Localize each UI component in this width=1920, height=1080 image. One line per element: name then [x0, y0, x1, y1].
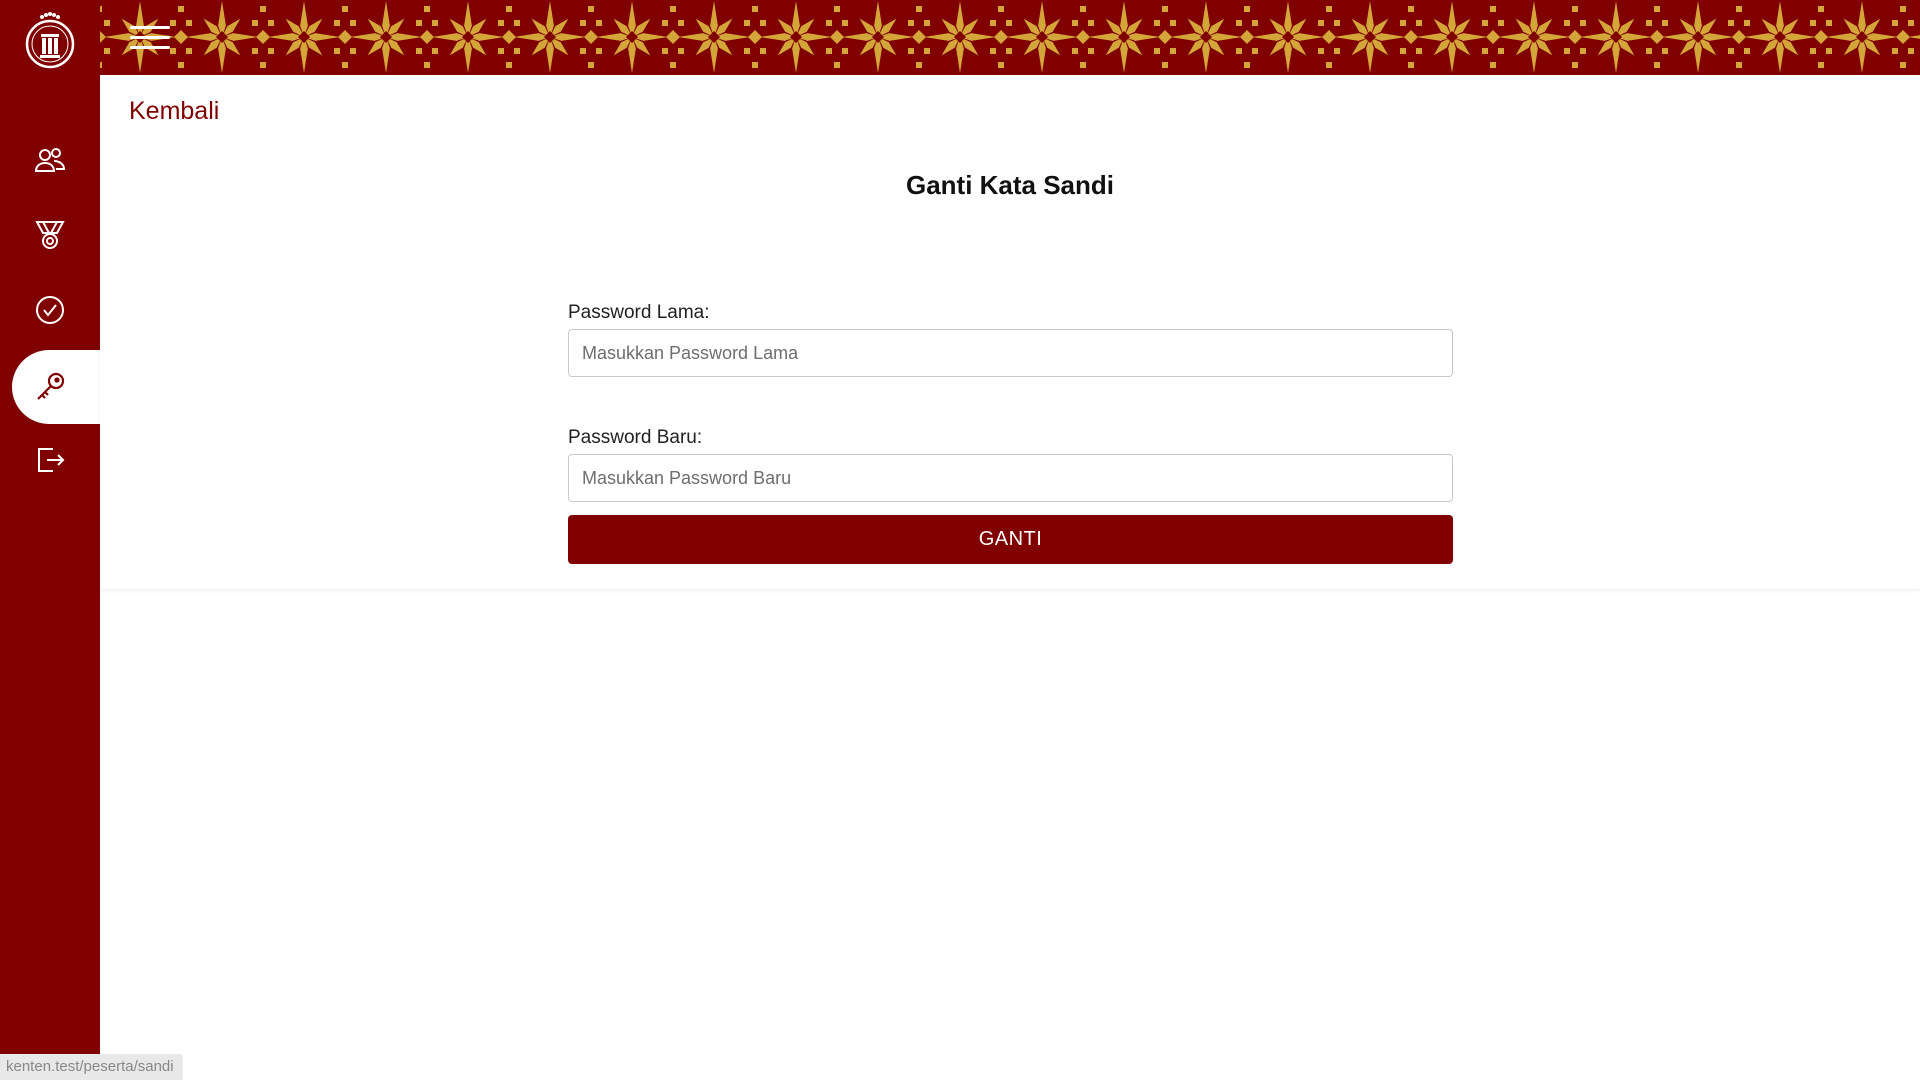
medal-icon: [35, 221, 65, 249]
page-title: Ganti Kata Sandi: [905, 170, 1115, 200]
hamburger-menu-button[interactable]: [130, 24, 170, 52]
sidebar-item-achievements[interactable]: [12, 198, 100, 272]
back-link[interactable]: Kembali: [129, 97, 219, 126]
sidebar-item-logout[interactable]: [12, 423, 100, 497]
key-icon: [37, 372, 65, 400]
change-password-button[interactable]: GANTI: [568, 515, 1453, 564]
check-circle-icon: [36, 296, 64, 324]
logout-icon: [38, 448, 65, 472]
new-password-label: Password Baru:: [568, 427, 703, 448]
sidebar: [0, 0, 100, 1080]
songket-pattern: [100, 1, 1920, 73]
hamburger-icon: [130, 26, 170, 29]
old-password-label: Password Lama:: [568, 302, 710, 323]
sidebar-item-tasks[interactable]: [12, 273, 100, 347]
old-password-input[interactable]: [568, 329, 1453, 377]
new-password-input[interactable]: [568, 454, 1453, 502]
sidebar-item-change-password[interactable]: [12, 350, 100, 424]
school-emblem-logo[interactable]: [24, 6, 76, 70]
status-bar-url: kenten.test/peserta/sandi: [0, 1054, 183, 1080]
header-banner: [100, 0, 1920, 75]
